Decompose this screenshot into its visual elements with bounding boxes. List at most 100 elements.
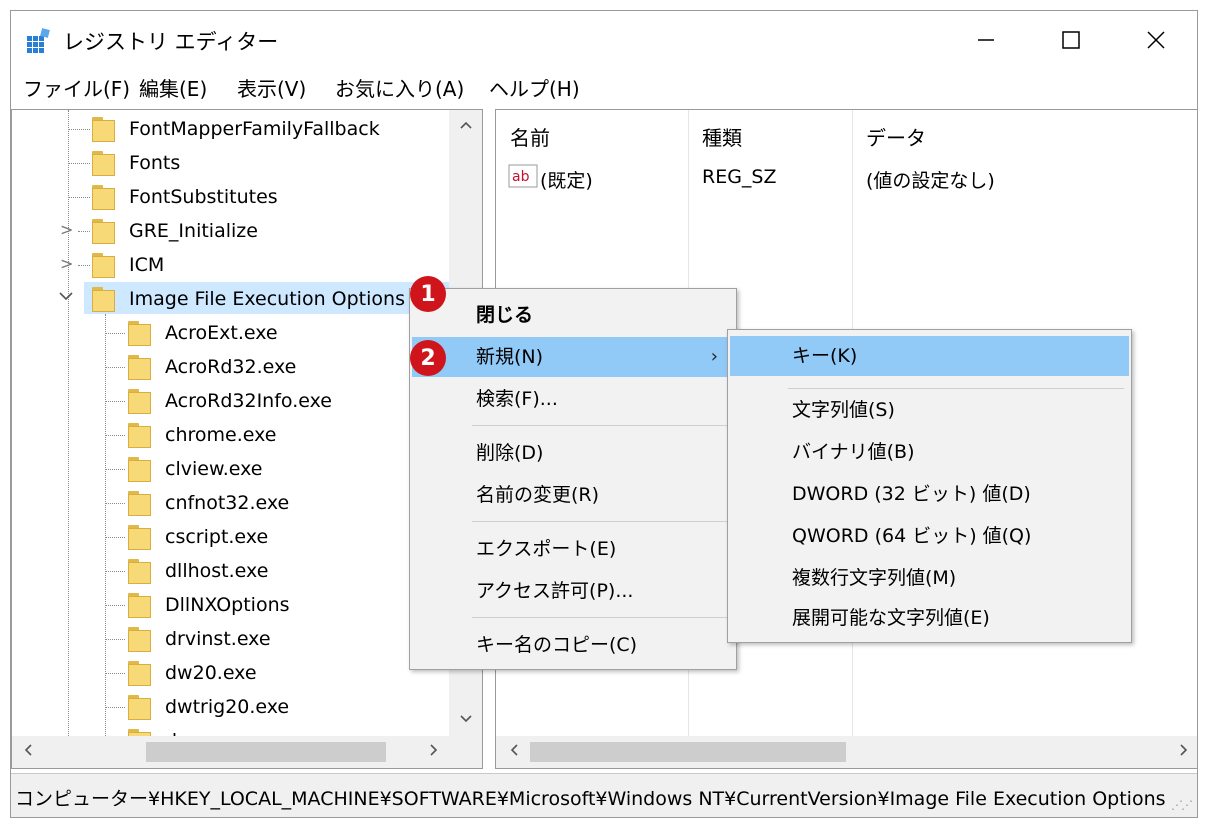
submenu-item-expandable-string-value[interactable]: 展開可能な文字列値(E) (730, 598, 1129, 638)
submenu-item-dword-value[interactable]: DWORD (32 ビット) 値(D) (730, 474, 1129, 514)
tree-item[interactable]: Fonts (92, 148, 180, 178)
tree-item-label: chrome.exe (165, 424, 277, 446)
menu-item-copy-key-name[interactable]: キー名のコピー(C) (412, 625, 734, 665)
menu-item-new[interactable]: 新規(N) › (412, 337, 734, 377)
menu-item-rename[interactable]: 名前の変更(R) (412, 475, 734, 515)
submenu-item-multi-string-value[interactable]: 複数行文字列値(M) (730, 558, 1129, 598)
folder-icon (128, 490, 151, 516)
tree-horizontal-scrollbar[interactable] (12, 736, 482, 768)
tree-item[interactable]: Image File Execution Options (92, 284, 405, 314)
chevron-down-icon[interactable] (58, 288, 74, 307)
tree-item[interactable]: AcroRd32Info.exe (128, 386, 332, 416)
menu-separator (472, 425, 730, 426)
minimize-button[interactable] (956, 19, 1016, 61)
folder-icon (128, 660, 151, 686)
chevron-right-icon[interactable]: > (60, 254, 73, 273)
folder-icon (128, 694, 151, 720)
tree-guide-line (105, 707, 125, 708)
folder-icon (92, 252, 115, 278)
tree-item[interactable]: cnfnot32.exe (128, 488, 289, 518)
folder-icon (128, 592, 151, 618)
menu-item-permissions[interactable]: アクセス許可(P)... (412, 571, 734, 611)
context-menu: 閉じる 新規(N) › 検索(F)... 削除(D) 名前の変更(R) エクスポ… (409, 288, 737, 670)
value-name: (既定) (540, 170, 593, 192)
values-horizontal-scroll-thumb[interactable] (530, 742, 846, 762)
scroll-right-icon[interactable] (1172, 742, 1196, 762)
menu-help[interactable]: ヘルプ(H) (489, 73, 580, 105)
menu-view[interactable]: 表示(V) (237, 73, 306, 105)
scroll-left-icon[interactable] (16, 742, 40, 762)
scroll-right-icon[interactable] (422, 742, 446, 762)
value-type: REG_SZ (702, 166, 777, 188)
maximize-icon (1062, 31, 1080, 49)
menu-item-export[interactable]: エクスポート(E) (412, 529, 734, 569)
tree-item-label: AcroRd32.exe (165, 356, 297, 378)
tree-item-label: dw20.exe (165, 662, 257, 684)
chevron-right-icon[interactable]: > (60, 220, 73, 239)
tree-item-label: AcroRd32Info.exe (165, 390, 332, 412)
tree-item[interactable]: FontMapperFamilyFallback (92, 114, 380, 144)
menu-item-new-label: 新規(N) (476, 346, 544, 368)
tree-item[interactable]: dllhost.exe (128, 556, 268, 586)
tree-item[interactable]: chrome.exe (128, 420, 276, 450)
tree-item-label: cscript.exe (165, 526, 269, 548)
tree-guide-line (105, 571, 125, 572)
maximize-button[interactable] (1041, 19, 1101, 61)
folder-icon (128, 320, 151, 346)
menu-file[interactable]: ファイル(F) (23, 73, 130, 105)
tree-item-label: Image File Execution Options (129, 288, 405, 310)
resize-grip-icon[interactable]: ⋰⋰ (1171, 798, 1193, 812)
menu-separator (472, 521, 730, 522)
scroll-left-icon[interactable] (502, 742, 526, 762)
scroll-up-icon[interactable] (449, 116, 482, 135)
folder-icon (128, 388, 151, 414)
tree-item[interactable]: cscript.exe (128, 522, 268, 552)
column-header-name[interactable]: 名前 (510, 122, 550, 151)
folder-icon (92, 184, 115, 210)
menu-item-find[interactable]: 検索(F)... (412, 379, 734, 419)
scroll-down-icon[interactable] (449, 710, 482, 729)
tree-item[interactable]: AcroExt.exe (128, 318, 278, 348)
tree-guide-line (105, 333, 125, 334)
folder-icon (128, 354, 151, 380)
menu-favorites[interactable]: お気に入り(A) (335, 73, 464, 105)
tree-item[interactable]: FontSubstitutes (92, 182, 278, 212)
submenu-item-key[interactable]: キー(K) (730, 336, 1129, 376)
tree-item[interactable]: clview.exe (128, 454, 262, 484)
tree-item-label: FontSubstitutes (129, 186, 278, 208)
submenu-item-string-value[interactable]: 文字列値(S) (730, 390, 1129, 430)
tree-horizontal-scroll-thumb[interactable] (146, 742, 386, 762)
tree-item[interactable]: AcroRd32.exe (128, 352, 296, 382)
submenu-item-qword-value[interactable]: QWORD (64 ビット) 値(Q) (730, 516, 1129, 556)
tree-item[interactable]: drvinst.exe (128, 624, 271, 654)
tree-item[interactable]: GRE_Initialize (92, 216, 258, 246)
tree-item[interactable]: dw20.exe (128, 658, 257, 688)
menu-item-delete[interactable]: 削除(D) (412, 433, 734, 473)
menu-separator (472, 617, 730, 618)
tree-item[interactable]: ICM (92, 250, 164, 280)
minimize-icon (978, 39, 994, 41)
tree-guide-line (105, 605, 125, 606)
new-submenu: キー(K) 文字列値(S) バイナリ値(B) DWORD (32 ビット) 値(… (727, 329, 1132, 643)
tree-item[interactable]: dwtrig20.exe (128, 692, 289, 722)
tree-guide-line (105, 367, 125, 368)
step-badge-1: 1 (410, 276, 446, 312)
registry-editor-icon (27, 28, 50, 53)
values-horizontal-scrollbar[interactable] (496, 736, 1197, 768)
folder-icon (92, 150, 115, 176)
tree-guide-line (105, 639, 125, 640)
menu-item-collapse[interactable]: 閉じる (412, 295, 734, 335)
close-button[interactable] (1126, 19, 1186, 61)
value-data: (値の設定なし) (866, 170, 995, 192)
menu-edit[interactable]: 編集(E) (139, 73, 207, 105)
window-title: レジストリ エディター (63, 30, 279, 54)
submenu-item-binary-value[interactable]: バイナリ値(B) (730, 432, 1129, 472)
column-header-data[interactable]: データ (866, 122, 926, 151)
folder-icon (128, 626, 151, 652)
folder-icon (128, 558, 151, 584)
folder-icon (128, 456, 151, 482)
tree-item[interactable]: DllNXOptions (128, 590, 290, 620)
string-value-icon-text: ab (512, 169, 530, 185)
tree-guide-line (105, 469, 125, 470)
column-header-type[interactable]: 種類 (702, 122, 742, 151)
